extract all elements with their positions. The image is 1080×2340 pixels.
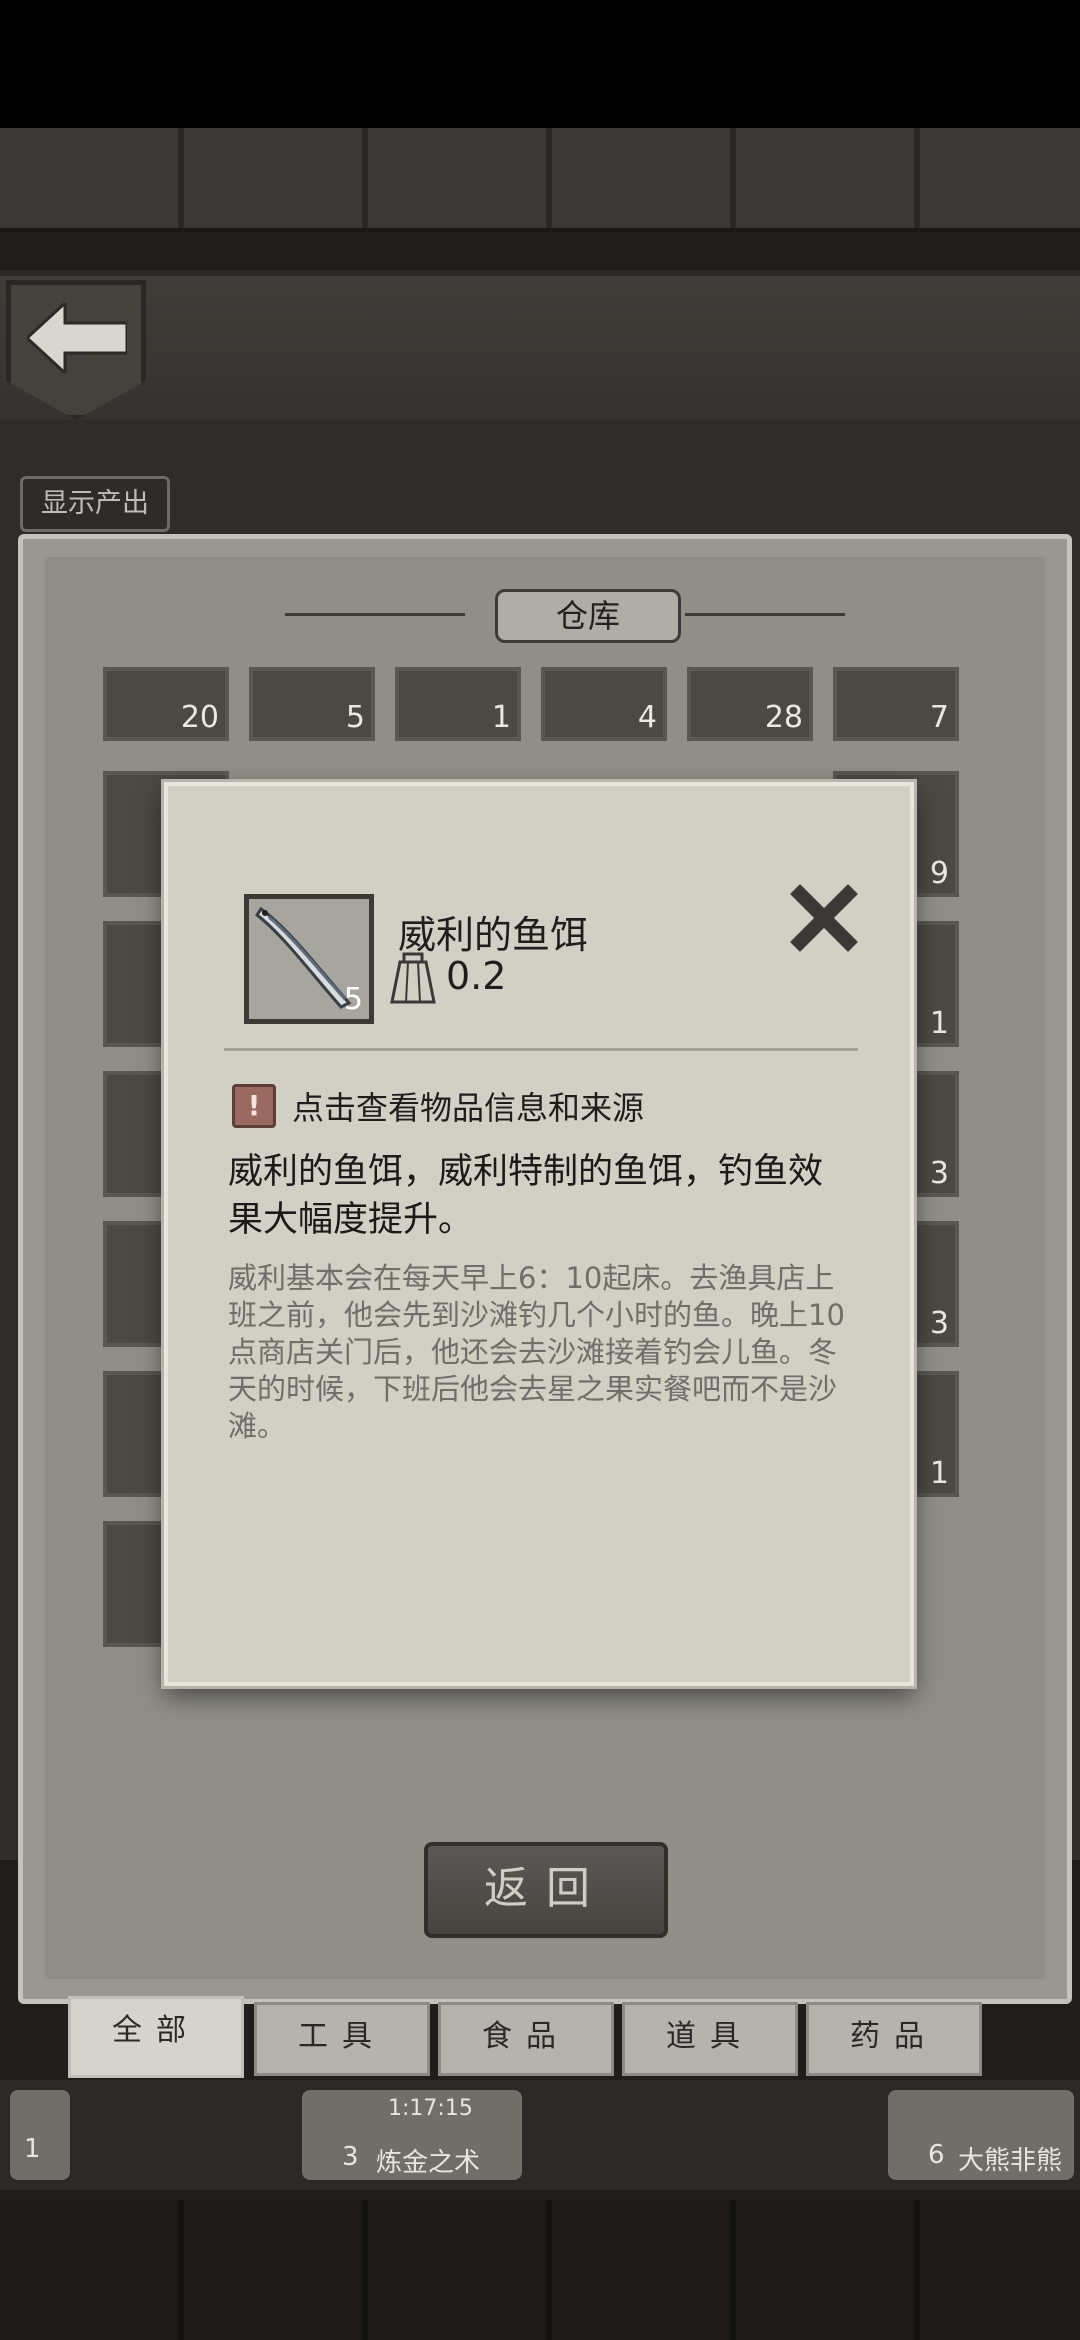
slot-count: 5 [345,700,365,735]
alchemy-label: 炼金之术 [376,2148,481,2178]
alchemy-timer: 1:17:15 [388,2096,473,2121]
info-hint-text: 点击查看物品信息和来源 [292,1089,645,1127]
left-badge: 1 [24,2134,41,2164]
item-icon-frame: 5 [244,894,374,1024]
tab-medicine[interactable]: 药品 [806,2002,982,2076]
inventory-slot-board[interactable]: 7 [833,667,959,741]
exclamation-icon: ! [232,1084,276,1128]
tab-food[interactable]: 食品 [438,2002,614,2076]
alchemy-badge: 3 [342,2142,359,2172]
item-lore: 威利基本会在每天早上6：10起床。去渔具店上班之前，他会先到沙滩钓几个小时的鱼。… [228,1261,845,1443]
weight-bag-icon [390,952,436,1004]
show-output-button[interactable]: 显示产出 [20,476,170,532]
warehouse-title: 仓库 [495,589,681,643]
slot-count: 9 [929,856,949,891]
bottom-card-left[interactable]: 1 [10,2090,70,2180]
bottom-plank-band [0,2200,1080,2340]
tab-tools[interactable]: 工具 [254,2002,430,2076]
slot-count: 1 [929,1006,949,1041]
slot-count: 1 [929,1456,949,1491]
item-description: 威利的鱼饵，威利特制的鱼饵，钓鱼效果大幅度提升。 [228,1152,824,1240]
header-board [0,270,1080,436]
slot-count: 7 [929,700,949,735]
wood-plank-banner [0,128,1080,232]
slot-count: 3 [929,1156,949,1191]
popup-divider [224,1048,858,1051]
inventory-slot-fiber[interactable]: 1 [395,667,521,741]
title-line-left [285,613,465,616]
slot-count: 4 [637,700,657,735]
status-bar-area [0,0,1080,128]
inventory-slot-leaf[interactable]: 20 [103,667,229,741]
item-info-link[interactable]: ! 点击查看物品信息和来源 [232,1084,644,1128]
back-arrow-icon [27,303,127,373]
slot-count: 20 [180,700,219,735]
item-weight: 0.2 [446,954,507,998]
close-icon[interactable] [788,882,860,954]
title-line-right [685,613,845,616]
bear-badge: 6 [928,2140,945,2170]
tab-props[interactable]: 道具 [622,2002,798,2076]
inventory-slot-wood[interactable]: 4 [541,667,667,741]
bear-label: 大熊非熊 [958,2146,1063,2176]
return-button[interactable]: 返回 [424,1842,668,1938]
tab-all[interactable]: 全部 [68,1996,244,2078]
item-count: 5 [343,982,363,1017]
slot-count: 3 [929,1306,949,1341]
inventory-slot-plank[interactable]: 28 [687,667,813,741]
slot-count: 28 [764,700,803,735]
bottom-card-bear[interactable]: 6 大熊非熊 [888,2090,1074,2180]
slot-count: 1 [491,700,511,735]
item-detail-popup: 5 威利的鱼饵 0.2 ! 点击查看物品信息和来源 威利的鱼饵，威利特制的鱼饵，… [164,782,914,1686]
bottom-card-alchemy[interactable]: 1:17:15 3 炼金之术 [302,2090,522,2180]
inventory-slot-sap[interactable]: 5 [249,667,375,741]
